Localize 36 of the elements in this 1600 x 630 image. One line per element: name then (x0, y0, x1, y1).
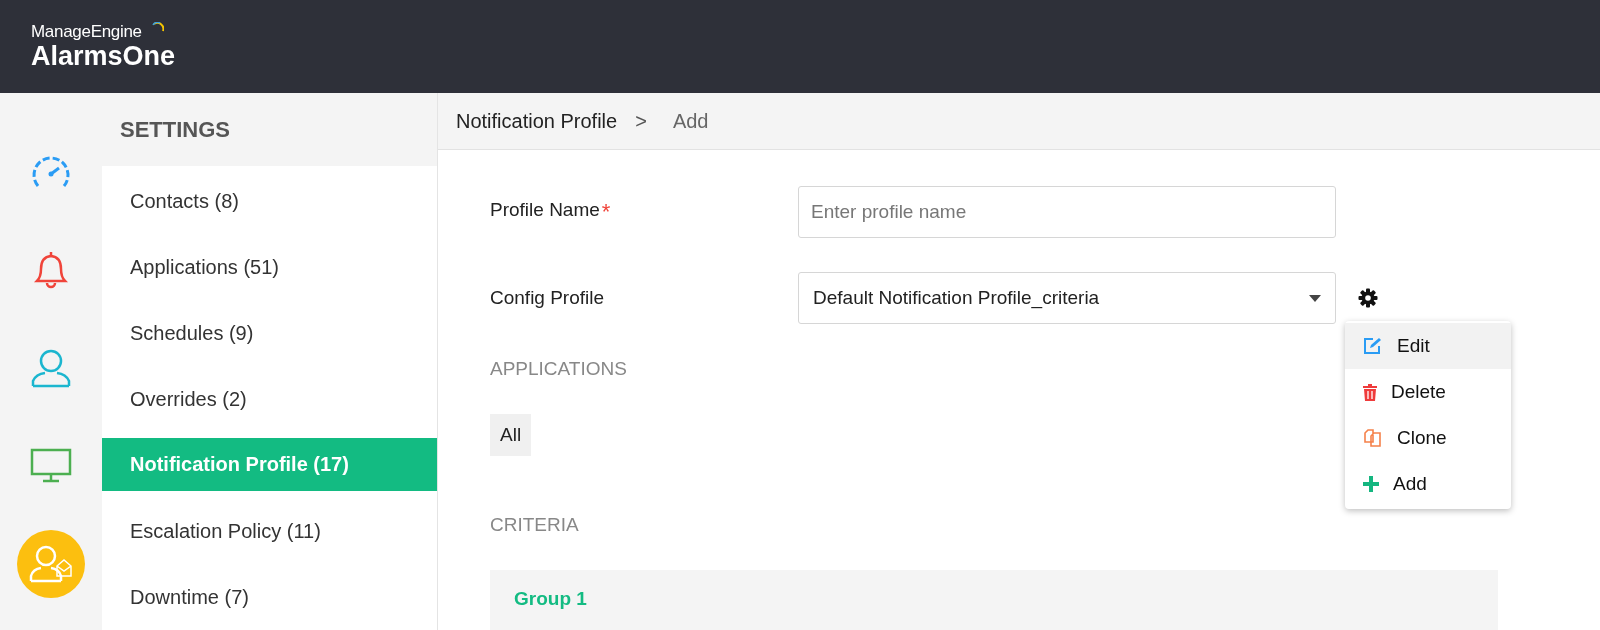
breadcrumb-current: Add (672, 109, 709, 133)
required-mark: * (601, 199, 611, 225)
breadcrumb-separator: > (635, 109, 647, 133)
profile-name-field[interactable]: Enter profile name (798, 186, 1336, 238)
product-name: AlarmsOne (31, 41, 176, 72)
application-chip[interactable]: All (490, 414, 532, 456)
sidebar-item[interactable]: Overrides (2) (102, 366, 437, 432)
monitor-icon (30, 448, 72, 484)
bell-icon (32, 249, 70, 291)
sidebar-item[interactable]: Escalation Policy (11) (102, 498, 437, 564)
sidebar-item[interactable]: Contacts (8) (102, 168, 437, 234)
delete-menu-item[interactable]: Delete (1345, 369, 1511, 415)
sidebar-item[interactable]: Schedules (9) (102, 300, 437, 366)
sidebar-title: SETTINGS (120, 116, 230, 143)
caret-icon (1309, 294, 1321, 302)
sidebar-item[interactable]: Downtime (7) (102, 564, 437, 630)
person-mail-icon (29, 544, 73, 584)
plus-icon (1363, 476, 1379, 492)
section-heading: CRITERIA (490, 514, 579, 536)
brand-name: ManageEngine (31, 21, 143, 42)
group-title: Group 1 (514, 588, 587, 609)
copy-icon (1363, 428, 1383, 448)
settings-icon[interactable] (1358, 288, 1378, 308)
edit-icon (1363, 337, 1383, 355)
field-label: Config Profile (490, 287, 605, 309)
breadcrumb-link[interactable]: Notification Profile (456, 109, 618, 133)
clone-menu-item[interactable]: Clone (1345, 415, 1511, 461)
edit-menu-item[interactable]: Edit (1345, 323, 1511, 369)
add-menu-item[interactable]: Add (1345, 461, 1511, 507)
person-icon (30, 347, 72, 389)
section-heading: APPLICATIONS (490, 358, 627, 380)
trash-icon (1363, 383, 1377, 401)
field-label: Profile Name (490, 199, 600, 222)
sidebar-item[interactable]: Applications (51) (102, 234, 437, 300)
logo-arc-icon (152, 21, 165, 32)
config-profile-dropdown[interactable]: Default Notification Profile_criteria (798, 272, 1336, 324)
